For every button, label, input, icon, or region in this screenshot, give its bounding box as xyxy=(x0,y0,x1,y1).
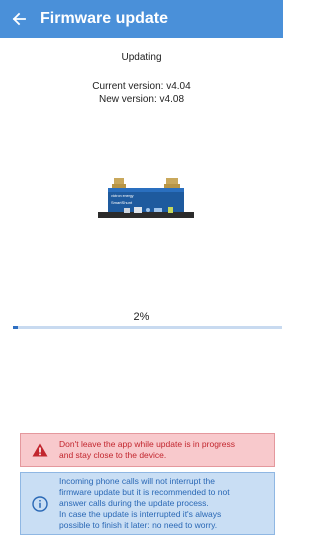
info-line: answer calls during the update process. xyxy=(59,498,209,508)
back-button[interactable] xyxy=(0,0,38,38)
current-version: Current version: v4.04 xyxy=(92,81,191,92)
version-info: Current version: v4.04 New version: v4.0… xyxy=(0,80,283,106)
smartshunt-device-image: victron energy SmartShunt xyxy=(98,178,194,218)
warning-line: and stay close to the device. xyxy=(59,450,167,460)
warning-text: Don't leave the app while update is in p… xyxy=(59,439,241,461)
warning-line: Don't leave the app while update is in p… xyxy=(59,439,235,449)
page-title: Firmware update xyxy=(40,10,169,27)
device-model-label: SmartShunt xyxy=(111,200,133,205)
app-bar: Firmware update xyxy=(0,0,283,38)
info-line: firmware update but it is recommended to… xyxy=(59,487,230,497)
firmware-update-screen: Firmware update Updating Current version… xyxy=(0,0,283,535)
progress-percent: 2% xyxy=(133,311,150,323)
info-circle-icon xyxy=(32,495,48,512)
arrow-left-icon xyxy=(12,12,26,26)
warning-alert: Don't leave the app while update is in p… xyxy=(20,433,275,467)
device-brand-label: victron energy xyxy=(111,194,134,198)
progress-fill xyxy=(13,326,19,329)
new-version: New version: v4.08 xyxy=(98,94,185,105)
info-text: Incoming phone calls will not interrupt … xyxy=(59,476,236,531)
warning-triangle-icon xyxy=(32,443,48,457)
update-status: Updating xyxy=(121,52,162,63)
progress-bar xyxy=(13,326,282,329)
info-line: possible to finish it later: no need to … xyxy=(59,520,218,530)
info-alert: Incoming phone calls will not interrupt … xyxy=(20,472,275,535)
info-line: In case the update is interrupted it's a… xyxy=(59,509,222,519)
info-line: Incoming phone calls will not interrupt … xyxy=(59,476,215,486)
